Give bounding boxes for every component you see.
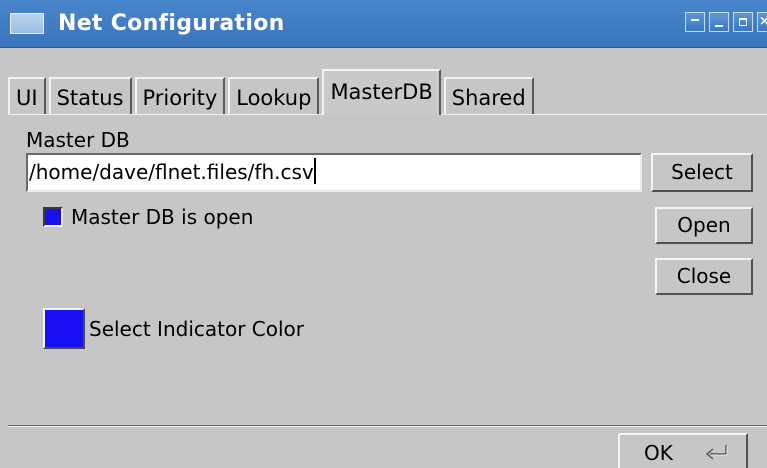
minimize-icon <box>715 25 723 27</box>
master-db-status: Master DB is open <box>43 205 253 229</box>
tab-priority[interactable]: Priority <box>134 77 226 115</box>
tab-masterdb[interactable]: MasterDB <box>322 69 441 115</box>
tab-lookup[interactable]: Lookup <box>228 77 320 115</box>
tab-shared[interactable]: Shared <box>443 77 534 115</box>
ok-label: OK <box>644 441 673 465</box>
tab-status[interactable]: Status <box>48 77 132 115</box>
shade-icon <box>691 19 699 21</box>
close-icon: × <box>759 14 767 29</box>
close-button[interactable]: Close <box>655 258 753 295</box>
maximize-icon <box>739 18 747 26</box>
master-db-label: Master DB <box>26 128 130 152</box>
net-configuration-window: Net Configuration × UI Status Priority L… <box>0 0 767 468</box>
maximize-button[interactable] <box>733 12 753 32</box>
master-db-path-input[interactable]: /home/dave/flnet.files/fh.csv <box>26 153 642 192</box>
title-bar[interactable]: Net Configuration × <box>0 0 767 48</box>
text-cursor <box>313 158 316 184</box>
close-window-button[interactable]: × <box>757 12 767 32</box>
footer-separator-highlight <box>8 426 767 427</box>
tab-bar: UI Status Priority Lookup MasterDB Share… <box>8 69 537 115</box>
window-title: Net Configuration <box>58 11 285 36</box>
open-button[interactable]: Open <box>655 207 753 244</box>
shade-button[interactable] <box>685 12 705 32</box>
status-label: Master DB is open <box>71 205 254 229</box>
return-icon <box>705 445 728 460</box>
tab-ui[interactable]: UI <box>8 77 46 115</box>
ok-button[interactable]: OK <box>618 433 748 468</box>
master-db-path-text: /home/dave/flnet.files/fh.csv <box>29 160 314 184</box>
window-icon <box>10 13 44 34</box>
minimize-button[interactable] <box>709 12 729 32</box>
indicator-color-control: Select Indicator Color <box>43 308 304 349</box>
title-bar-buttons: × <box>685 12 767 32</box>
indicator-color-label: Select Indicator Color <box>89 316 305 341</box>
status-indicator-light <box>43 207 63 227</box>
indicator-color-button[interactable] <box>43 308 85 349</box>
select-button[interactable]: Select <box>651 153 753 192</box>
